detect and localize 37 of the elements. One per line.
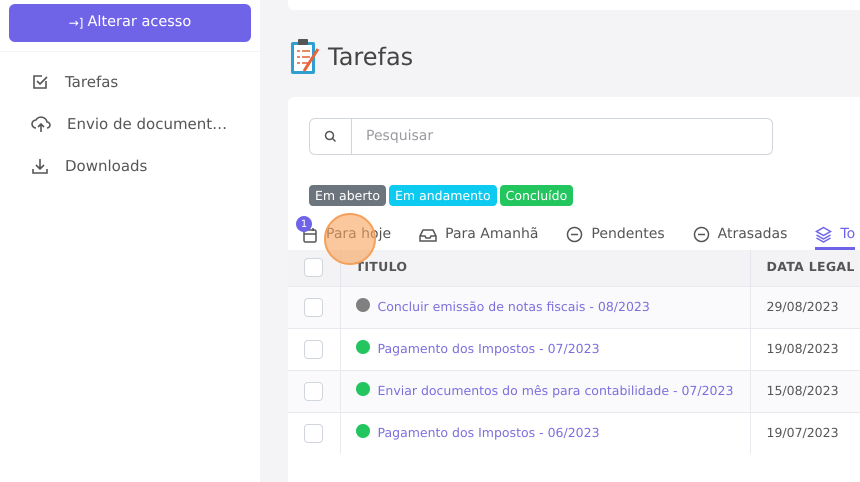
task-link[interactable]: Enviar documentos do mês para contabilidade - 07/2023	[378, 382, 734, 400]
row-checkbox[interactable]	[304, 382, 324, 400]
task-link[interactable]: Pagamento dos Impostos - 06/2023	[378, 424, 600, 443]
status-badge: Em aberto	[309, 185, 386, 206]
count-badge: 1	[296, 216, 312, 232]
sidebar-item[interactable]: Envio de document…	[0, 103, 260, 145]
task-link[interactable]: Pagamento dos Impostos - 07/2023	[378, 340, 600, 358]
table-cell: 19/08/2023	[750, 328, 860, 370]
minus-circle-icon	[566, 226, 584, 243]
sidebar-item[interactable]: Tarefas	[0, 61, 260, 103]
search-icon	[324, 130, 337, 143]
cloud-upload-icon	[31, 115, 51, 133]
page-title: Tarefas	[328, 42, 414, 73]
row-checkbox[interactable]	[304, 298, 324, 316]
table-cell: 19/07/2023	[750, 412, 860, 454]
calendar-icon	[302, 226, 318, 242]
row-checkbox[interactable]	[304, 340, 324, 358]
login-icon: →]	[68, 14, 84, 32]
access-button[interactable]: →] Alterar acesso	[9, 4, 251, 42]
filter-tab[interactable]: Atrasadas	[692, 216, 788, 250]
download-icon	[31, 157, 49, 175]
sidebar-item[interactable]: Downloads	[0, 145, 260, 187]
column-header: DATA LEGAL	[750, 250, 860, 286]
table-cell: 15/08/2023	[750, 370, 860, 412]
layers-icon	[815, 226, 832, 243]
filter-tab[interactable]: Pendentes	[566, 216, 665, 250]
checkbox-icon	[31, 73, 49, 91]
row-checkbox[interactable]	[304, 424, 324, 443]
status-badge: Concluído	[500, 185, 574, 206]
table-cell: 29/08/2023	[750, 286, 860, 328]
status-badge: Em andamento	[389, 185, 497, 206]
filter-tab[interactable]: Para Amanhã	[419, 216, 538, 250]
inbox-icon	[419, 226, 438, 242]
select-all-checkbox[interactable]	[304, 258, 324, 278]
minus-circle-icon	[692, 226, 710, 243]
task-link[interactable]: Concluir emissão de notas fiscais - 08/2023	[378, 298, 650, 316]
clipboard-icon	[288, 37, 322, 77]
